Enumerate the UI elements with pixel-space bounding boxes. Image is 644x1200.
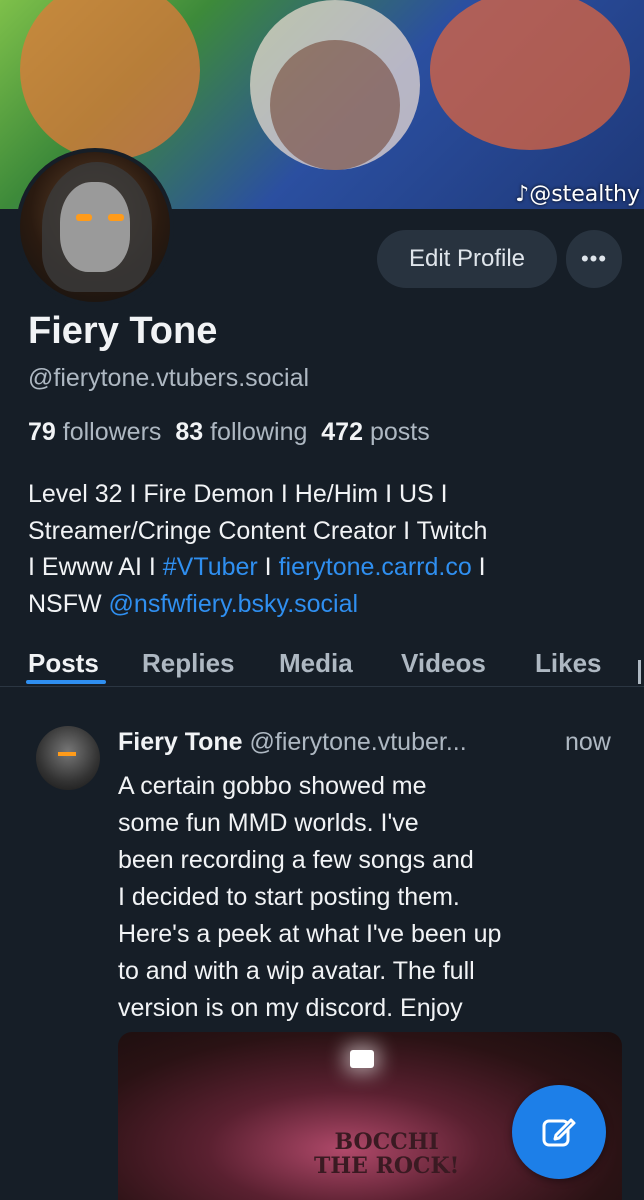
banner-art	[430, 0, 630, 150]
banner-art	[20, 0, 200, 160]
posts-count: 472 posts	[321, 418, 430, 446]
compose-button[interactable]	[512, 1085, 606, 1179]
tab-videos[interactable]: Videos	[401, 648, 486, 679]
profile-handle: @fierytone.vtubers.social	[28, 364, 310, 392]
post-text-line: been recording a few songs and	[118, 846, 474, 874]
tab-posts[interactable]: Posts	[28, 648, 99, 679]
banner-art	[270, 40, 400, 170]
profile-bio: Level 32 I Fire Demon I He/Him I US I St…	[28, 476, 628, 622]
post-text-line: some fun MMD worlds. I've	[118, 809, 419, 837]
profile-avatar[interactable]	[16, 148, 174, 306]
video-frame-sign: BOCCHI THE ROCK!	[314, 1129, 460, 1179]
avatar-art	[76, 214, 92, 221]
post-timestamp[interactable]: now	[565, 728, 611, 757]
avatar-art	[60, 182, 130, 272]
post-text-line: Here's a peek at what I've been up	[118, 920, 502, 948]
post-text-line: to and with a wip avatar. The full	[118, 957, 475, 985]
post-author-name[interactable]: Fiery Tone	[118, 728, 243, 756]
banner-watermark: ♪@stealthy	[515, 182, 640, 207]
edit-profile-button[interactable]: Edit Profile	[377, 230, 557, 288]
hashtag-link[interactable]: #VTuber	[163, 553, 258, 581]
following-link[interactable]: 83 following	[175, 418, 307, 446]
more-icon: •••	[580, 246, 608, 271]
tab-media[interactable]: Media	[279, 648, 353, 679]
bio-line: Level 32 I Fire Demon I He/Him I US I	[28, 480, 448, 508]
avatar-art	[58, 752, 76, 756]
tab-likes[interactable]: Likes	[535, 648, 602, 679]
website-link[interactable]: fierytone.carrd.co	[279, 553, 472, 581]
video-frame-art	[350, 1050, 374, 1068]
post-text-line: A certain gobbo showed me	[118, 772, 427, 800]
post-author-handle[interactable]: @fierytone.vtuber...	[250, 728, 467, 756]
tab-replies[interactable]: Replies	[142, 648, 235, 679]
divider	[0, 686, 644, 687]
active-tab-indicator	[26, 680, 106, 684]
post-text-line: I decided to start posting them.	[118, 883, 460, 911]
post-text: A certain gobbo showed me some fun MMD w…	[118, 768, 598, 1027]
mention-link[interactable]: @nsfwfiery.bsky.social	[109, 590, 359, 618]
compose-icon	[542, 1118, 576, 1147]
bio-line: I Ewww AI I #VTuber I fierytone.carrd.co…	[28, 553, 486, 581]
followers-link[interactable]: 79 followers	[28, 418, 161, 446]
bio-line: Streamer/Cringe Content Creator I Twitch	[28, 516, 488, 545]
profile-stats: 79 followers 83 following 472 posts	[28, 418, 430, 447]
post-text-line: version is on my discord. Enjoy	[118, 994, 463, 1022]
more-options-button[interactable]: •••	[566, 230, 622, 288]
tab-overflow-hint	[638, 660, 641, 684]
post-avatar[interactable]	[36, 726, 100, 790]
avatar-art	[108, 214, 124, 221]
profile-name: Fiery Tone	[28, 310, 218, 352]
bio-line: NSFW @nsfwfiery.bsky.social	[28, 589, 359, 618]
post-header: Fiery Tone @fierytone.vtuber...	[118, 728, 467, 757]
